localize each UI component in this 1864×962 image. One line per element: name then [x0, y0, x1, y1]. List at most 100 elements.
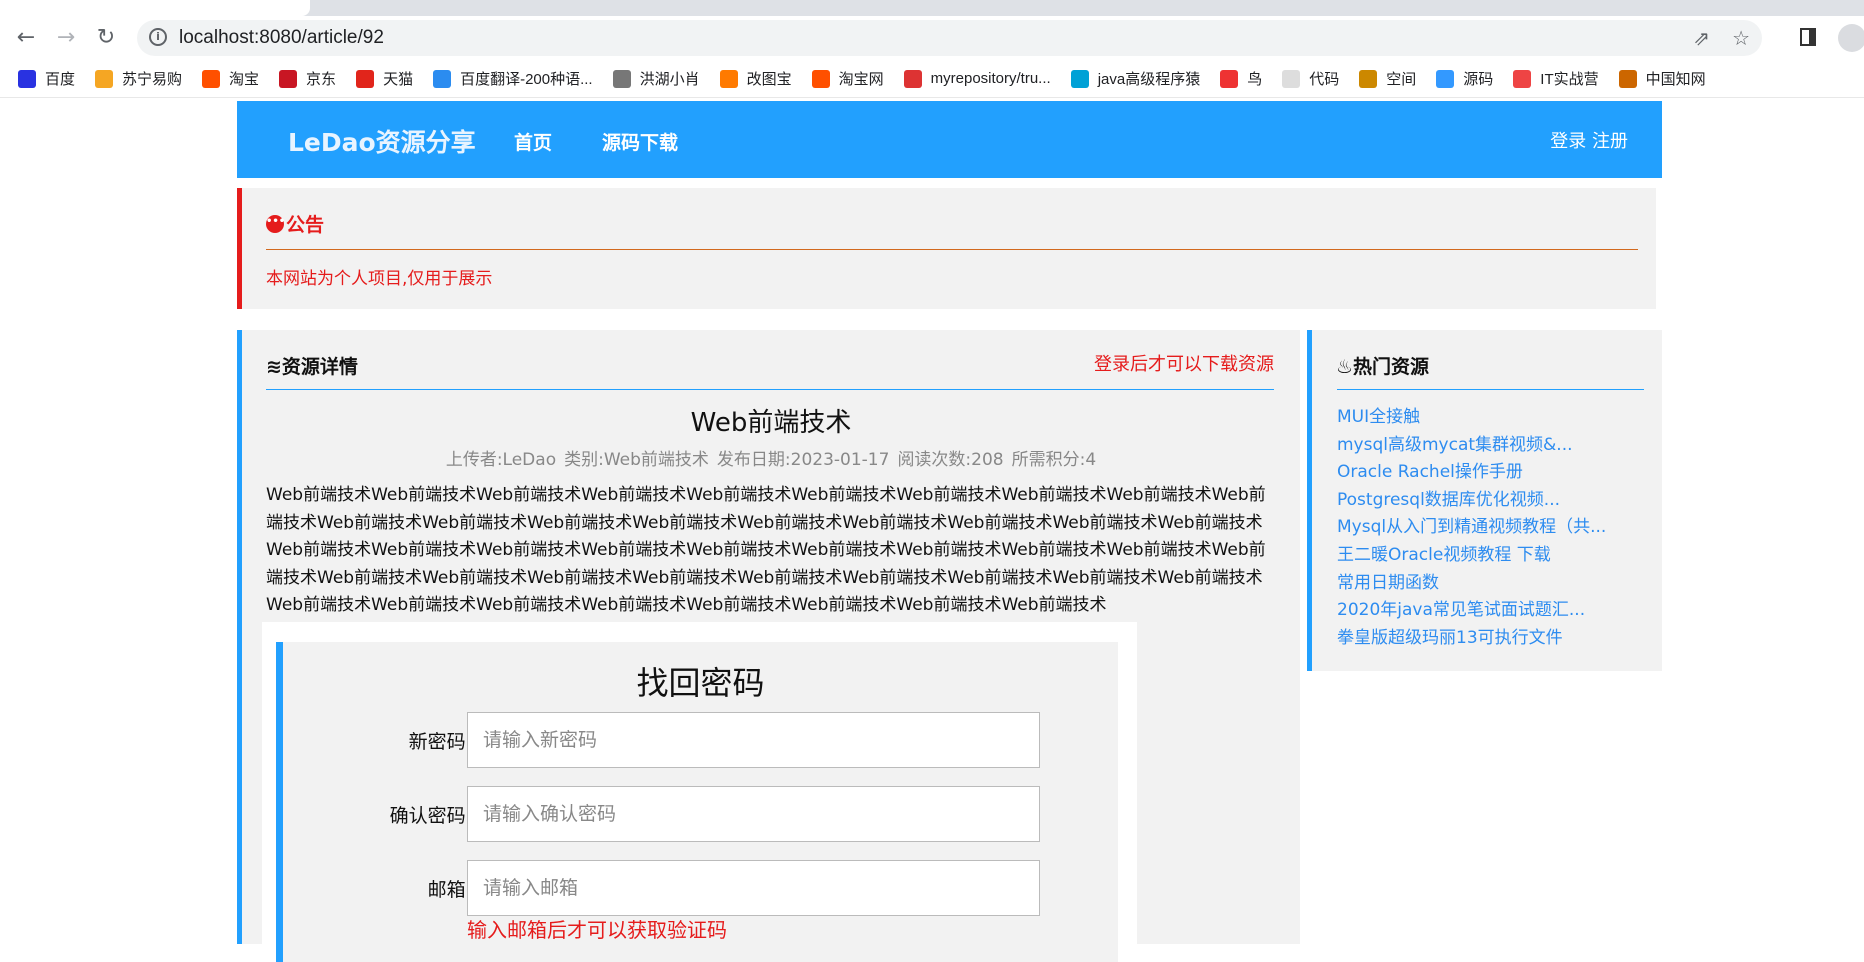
bookmark-favicon-icon: [612, 69, 631, 88]
bookmark-label: 代码: [1309, 71, 1340, 88]
bookmark-favicon-icon: [1359, 69, 1378, 88]
bookmark-label: 京东: [306, 71, 337, 88]
bookmark-item[interactable]: 代码: [1282, 68, 1339, 89]
view-count: 阅读次数:208: [897, 450, 1004, 470]
new-password-label: 新密码:: [408, 731, 472, 753]
bookmark-favicon-icon: [1513, 69, 1532, 88]
download-hint-link[interactable]: 登录后才可以下载资源: [1094, 350, 1274, 376]
bookmark-label: myrepository/tru...: [930, 70, 1051, 87]
article-title: Web前端技术: [690, 408, 852, 438]
article-body: Web前端技术Web前端技术Web前端技术Web前端技术Web前端技术Web前端…: [266, 485, 1266, 616]
hot-resource-link[interactable]: Postgresql数据库优化视频...: [1337, 487, 1606, 515]
article-panel: ≋资源详情 登录后才可以下载资源 Web前端技术 上传者:LeDao 类别:Web…: [237, 330, 1300, 962]
bookmark-favicon-icon: [95, 69, 114, 88]
bookmark-item[interactable]: 百度翻译-200种语...: [433, 68, 593, 89]
bookmark-label: 源码: [1463, 71, 1494, 88]
bookmark-item[interactable]: 空间: [1359, 68, 1416, 89]
divider: [1337, 389, 1644, 390]
bookmark-star-icon[interactable]: ☆: [1732, 26, 1750, 50]
uploader: 上传者:LeDao: [445, 450, 557, 470]
site-header: LeDao资源分享 首页 源码下载 登录 注册: [237, 101, 1662, 178]
active-tab[interactable]: [0, 0, 310, 16]
bookmark-label: 洪湖小肖: [639, 71, 700, 88]
bookmark-favicon-icon: [202, 69, 221, 88]
bookmark-label: IT实战营: [1540, 71, 1599, 88]
nav-source-download[interactable]: 源码下载: [602, 128, 678, 155]
hot-resource-link[interactable]: mysql高级mycat集群视频&...: [1337, 432, 1606, 460]
email-label: 邮箱:: [427, 879, 472, 901]
hot-list: MUI全接触 mysql高级mycat集群视频&... Oracle Rachel操…: [1337, 404, 1606, 652]
bookmark-favicon-icon: [1220, 69, 1239, 88]
new-password-input[interactable]: [467, 712, 1040, 768]
bookmark-label: 中国知网: [1645, 71, 1706, 88]
bookmarks-bar: 百度 苏宁易购 淘宝 京东 天猫 百度翻译-200种语... 洪湖小肖 改图宝 淘宝网 myrep…: [0, 60, 1864, 98]
article-meta: 上传者:LeDao 类别:Web前端技术 发布日期:2023-01-17 阅读次数:2…: [242, 445, 1300, 470]
forward-icon[interactable]: →: [52, 24, 80, 52]
notice-text: 本网站为个人项目,仅用于展示: [266, 269, 493, 289]
nav-home[interactable]: 首页: [514, 128, 552, 155]
hot-resource-link[interactable]: 2020年java常见笔试面试题汇...: [1337, 597, 1606, 625]
divider: [266, 249, 1638, 250]
profile-icon[interactable]: [1838, 24, 1864, 52]
notice-title-text: 公告: [286, 214, 325, 236]
layers-icon: ≋: [266, 356, 282, 378]
tab-strip: [0, 0, 1864, 16]
back-icon[interactable]: ←: [12, 24, 40, 52]
bookmark-item[interactable]: 源码: [1436, 68, 1493, 89]
login-register-link[interactable]: 登录 注册: [1550, 127, 1628, 153]
hot-resource-link[interactable]: 王二暖Oracle视频教程 下载: [1337, 542, 1606, 570]
confirm-password-row: 确认密码:: [283, 786, 1125, 842]
bookmark-favicon-icon: [903, 69, 922, 88]
category: 类别:Web前端技术: [564, 450, 709, 470]
notice-box: ••• 公告 本网站为个人项目,仅用于展示: [237, 188, 1656, 309]
bookmark-item[interactable]: java高级程序猿: [1070, 68, 1201, 89]
bookmark-item[interactable]: myrepository/tru...: [903, 69, 1051, 88]
url-bar[interactable]: i localhost:8080/article/92 ⇗ ☆: [137, 20, 1762, 56]
url-text: localhost:8080/article/92: [179, 27, 384, 48]
divider: [266, 389, 1274, 390]
bookmark-item[interactable]: 淘宝: [202, 68, 259, 89]
bookmark-item[interactable]: 百度: [18, 68, 75, 89]
required-points: 所需积分:4: [1011, 450, 1097, 470]
bookmark-item[interactable]: 天猫: [356, 68, 413, 89]
hot-resources-panel: ♨热门资源 MUI全接触 mysql高级mycat集群视频&... Oracle R…: [1307, 330, 1662, 671]
email-row: 邮箱:: [283, 860, 1125, 916]
bookmark-label: 苏宁易购: [122, 71, 183, 88]
bookmark-favicon-icon: [1282, 69, 1301, 88]
bookmark-item[interactable]: 京东: [279, 68, 336, 89]
bookmark-item[interactable]: 苏宁易购: [95, 68, 182, 89]
bookmark-favicon-icon: [356, 69, 375, 88]
confirm-password-label: 确认密码:: [389, 805, 472, 827]
confirm-password-input[interactable]: [467, 786, 1040, 842]
bookmark-favicon-icon: [719, 69, 738, 88]
bookmark-item[interactable]: IT实战营: [1513, 68, 1599, 89]
side-panel-icon[interactable]: [1800, 28, 1816, 46]
site-info-icon[interactable]: i: [149, 28, 167, 46]
bookmark-label: 百度: [45, 71, 76, 88]
reload-icon[interactable]: ↻: [92, 24, 120, 52]
share-icon[interactable]: ⇗: [1693, 26, 1710, 50]
bookmark-item[interactable]: 改图宝: [719, 68, 792, 89]
bookmark-label: 改图宝: [746, 71, 792, 88]
reset-password-card: 找回密码 新密码: 确认密码: 邮箱: 输入邮箱后才可以获取验证码: [262, 622, 1137, 962]
bookmark-label: 空间: [1386, 71, 1417, 88]
hot-resource-link[interactable]: MUI全接触: [1337, 404, 1606, 432]
site-logo[interactable]: LeDao资源分享: [288, 123, 476, 159]
hot-resource-link[interactable]: 拳皇版超级玛丽13可执行文件: [1337, 625, 1606, 653]
bookmark-item[interactable]: 洪湖小肖: [612, 68, 700, 89]
hot-resource-link[interactable]: 常用日期函数: [1337, 570, 1606, 598]
bookmark-item[interactable]: 淘宝网: [811, 68, 884, 89]
bookmark-item[interactable]: 中国知网: [1618, 68, 1706, 89]
hot-resource-link[interactable]: Mysql从入门到精通视频教程（共...: [1337, 514, 1606, 542]
bookmark-item[interactable]: 鸟: [1220, 68, 1262, 89]
bookmark-label: java高级程序猿: [1097, 71, 1201, 88]
bookmark-favicon-icon: [279, 69, 298, 88]
address-bar-row: ← → ↻ i localhost:8080/article/92 ⇗ ☆: [0, 16, 1864, 60]
bookmark-label: 百度翻译-200种语...: [460, 71, 593, 88]
bookmark-label: 天猫: [383, 71, 414, 88]
hot-resource-link[interactable]: Oracle Rachel操作手册: [1337, 459, 1606, 487]
fire-icon: ♨: [1336, 356, 1354, 378]
bookmark-favicon-icon: [433, 69, 452, 88]
email-input[interactable]: [467, 860, 1040, 916]
section-title: ≋资源详情: [266, 352, 358, 379]
